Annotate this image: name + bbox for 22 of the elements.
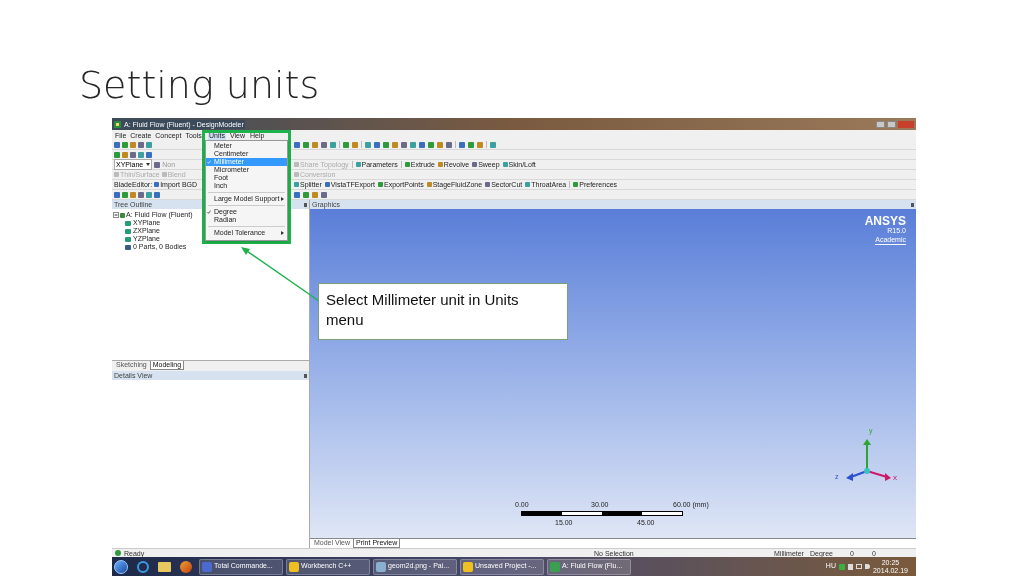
start-button[interactable] — [114, 559, 128, 574]
pin-icon[interactable] — [304, 373, 307, 378]
model-icon — [120, 212, 125, 218]
minimize-button[interactable] — [876, 120, 885, 128]
parts-icon — [125, 244, 131, 250]
pin-icon[interactable] — [911, 202, 914, 207]
submenu-arrow-icon — [281, 231, 284, 235]
logo-text: ANSYS — [864, 215, 906, 227]
callout-text: Select Millimeter unit in Units menu — [326, 290, 520, 330]
app-icon — [114, 120, 121, 128]
pin-icon[interactable] — [304, 202, 307, 207]
tray-icon[interactable] — [838, 563, 845, 570]
checkmark-icon — [207, 210, 211, 214]
slide-title: Setting units — [79, 62, 320, 108]
folder-icon[interactable] — [158, 561, 171, 572]
collapse-toggle[interactable] — [113, 212, 119, 218]
caret-icon — [146, 163, 151, 166]
submenu-arrow-icon — [281, 197, 284, 201]
axis-triad-drawing — [845, 437, 891, 483]
maximize-button[interactable] — [887, 120, 896, 128]
check-icon — [115, 550, 121, 556]
axis-label: x — [893, 473, 897, 482]
